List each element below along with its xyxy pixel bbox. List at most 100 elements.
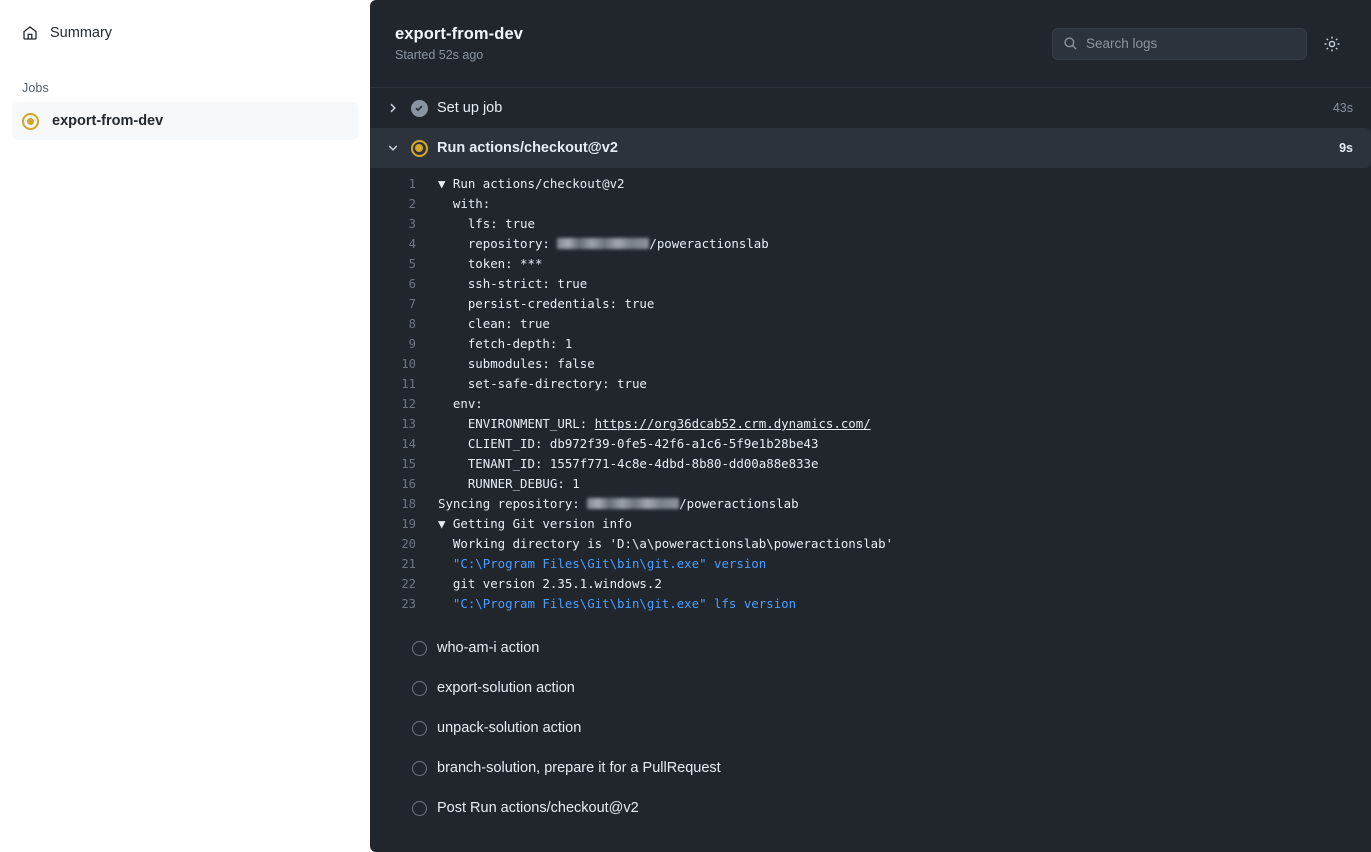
log-line-text: Syncing repository: /poweractionslab xyxy=(428,494,799,514)
log-line-number: 7 xyxy=(370,294,428,314)
log-line-number: 6 xyxy=(370,274,428,294)
log-line-number: 10 xyxy=(370,354,428,374)
sidebar: Summary Jobs export-from-dev xyxy=(0,0,370,852)
pending-status-icon xyxy=(404,761,434,776)
log-line-number: 3 xyxy=(370,214,428,234)
log-line-text: ▼ Run actions/checkout@v2 xyxy=(428,174,625,194)
log-line: 3 lfs: true xyxy=(370,214,1371,234)
sidebar-summary-label: Summary xyxy=(50,25,112,41)
log-line-text: fetch-depth: 1 xyxy=(428,334,572,354)
step-row-who-am-i-action[interactable]: who-am-i action xyxy=(370,628,1371,668)
run-started-text: Started 52s ago xyxy=(395,48,523,62)
chevron-right-icon xyxy=(382,102,404,114)
running-status-icon xyxy=(22,113,39,130)
log-line-number: 5 xyxy=(370,254,428,274)
log-line-text: set-safe-directory: true xyxy=(428,374,647,394)
log-line-text: ssh-strict: true xyxy=(428,274,587,294)
log-line: 14 CLIENT_ID: db972f39-0fe5-42f6-a1c6-5f… xyxy=(370,434,1371,454)
step-row-run-actions-checkout[interactable]: Run actions/checkout@v2 9s xyxy=(370,128,1371,168)
redacted-text xyxy=(557,238,649,249)
step-label: branch-solution, prepare it for a PullRe… xyxy=(434,760,1353,776)
page-title: export-from-dev xyxy=(395,25,523,44)
search-icon xyxy=(1063,36,1078,51)
log-line-text: submodules: false xyxy=(428,354,595,374)
log-line: 9 fetch-depth: 1 xyxy=(370,334,1371,354)
log-line-number: 4 xyxy=(370,234,428,254)
log-line-text: lfs: true xyxy=(428,214,535,234)
log-line-number: 2 xyxy=(370,194,428,214)
sidebar-job-label: export-from-dev xyxy=(52,113,163,129)
log-line-text: RUNNER_DEBUG: 1 xyxy=(428,474,580,494)
log-line: 4 repository: /poweractionslab xyxy=(370,234,1371,254)
step-label: Set up job xyxy=(434,100,1333,116)
log-line: 11 set-safe-directory: true xyxy=(370,374,1371,394)
log-line: 23 "C:\Program Files\Git\bin\git.exe" lf… xyxy=(370,594,1371,614)
chevron-down-icon xyxy=(382,142,404,154)
step-label: unpack-solution action xyxy=(434,720,1353,736)
step-duration: 9s xyxy=(1339,141,1353,155)
settings-button[interactable] xyxy=(1319,31,1345,57)
log-line-number: 18 xyxy=(370,494,428,514)
log-line: 15 TENANT_ID: 1557f771-4c8e-4dbd-8b80-dd… xyxy=(370,454,1371,474)
log-line: 2 with: xyxy=(370,194,1371,214)
log-panel: export-from-dev Started 52s ago xyxy=(370,0,1371,852)
log-line-text: clean: true xyxy=(428,314,550,334)
log-header: export-from-dev Started 52s ago xyxy=(370,0,1371,88)
redacted-text xyxy=(587,498,679,509)
step-label: export-solution action xyxy=(434,680,1353,696)
success-status-icon xyxy=(404,100,434,117)
sidebar-item-export-from-dev[interactable]: export-from-dev xyxy=(12,102,358,140)
log-line: 16 RUNNER_DEBUG: 1 xyxy=(370,474,1371,494)
log-line-text: CLIENT_ID: db972f39-0fe5-42f6-a1c6-5f9e1… xyxy=(428,434,818,454)
log-line-text: repository: /poweractionslab xyxy=(428,234,769,254)
sidebar-item-summary[interactable]: Summary xyxy=(12,16,358,50)
log-line-number: 13 xyxy=(370,414,428,434)
search-input[interactable] xyxy=(1086,36,1296,51)
running-status-icon xyxy=(404,140,434,157)
log-line-text: env: xyxy=(428,394,483,414)
log-line-number: 12 xyxy=(370,394,428,414)
log-line-number: 11 xyxy=(370,374,428,394)
log-line: 21 "C:\Program Files\Git\bin\git.exe" ve… xyxy=(370,554,1371,574)
log-line: 1▼ Run actions/checkout@v2 xyxy=(370,174,1371,194)
log-output[interactable]: 1▼ Run actions/checkout@v22 with:3 lfs: … xyxy=(370,168,1371,628)
log-header-actions xyxy=(1052,28,1345,60)
step-row-branch-solution[interactable]: branch-solution, prepare it for a PullRe… xyxy=(370,748,1371,788)
log-line-number: 15 xyxy=(370,454,428,474)
log-line-number: 8 xyxy=(370,314,428,334)
log-line-number: 21 xyxy=(370,554,428,574)
step-row-set-up-job[interactable]: Set up job 43s xyxy=(370,88,1371,128)
log-line: 22 git version 2.35.1.windows.2 xyxy=(370,574,1371,594)
log-line-text: ▼ Getting Git version info xyxy=(428,514,632,534)
step-label: Run actions/checkout@v2 xyxy=(434,140,1339,156)
step-label: who-am-i action xyxy=(434,640,1353,656)
log-line: 20 Working directory is 'D:\a\poweractio… xyxy=(370,534,1371,554)
environment-url-link[interactable]: https://org36dcab52.crm.dynamics.com/ xyxy=(595,416,871,431)
log-line: 6 ssh-strict: true xyxy=(370,274,1371,294)
log-line-number: 23 xyxy=(370,594,428,614)
log-line-text: "C:\Program Files\Git\bin\git.exe" lfs v… xyxy=(428,594,796,614)
step-row-post-run-actions-checkout[interactable]: Post Run actions/checkout@v2 xyxy=(370,788,1371,828)
log-header-titles: export-from-dev Started 52s ago xyxy=(395,25,523,62)
search-logs-box[interactable] xyxy=(1052,28,1307,60)
log-line: 10 submodules: false xyxy=(370,354,1371,374)
log-line: 12 env: xyxy=(370,394,1371,414)
log-line-text: token: *** xyxy=(428,254,542,274)
log-line: 5 token: *** xyxy=(370,254,1371,274)
pending-status-icon xyxy=(404,641,434,656)
log-line: 7 persist-credentials: true xyxy=(370,294,1371,314)
step-row-unpack-solution-action[interactable]: unpack-solution action xyxy=(370,708,1371,748)
log-line-text: git version 2.35.1.windows.2 xyxy=(428,574,662,594)
log-line-number: 22 xyxy=(370,574,428,594)
sidebar-jobs-header: Jobs xyxy=(12,81,358,95)
log-line: 18Syncing repository: /poweractionslab xyxy=(370,494,1371,514)
pending-status-icon xyxy=(404,801,434,816)
log-line: 19▼ Getting Git version info xyxy=(370,514,1371,534)
step-duration: 43s xyxy=(1333,101,1353,115)
pending-status-icon xyxy=(404,681,434,696)
log-line-number: 19 xyxy=(370,514,428,534)
step-row-export-solution-action[interactable]: export-solution action xyxy=(370,668,1371,708)
log-line-number: 1 xyxy=(370,174,428,194)
workflow-run-page: Summary Jobs export-from-dev export-from… xyxy=(0,0,1371,852)
step-label: Post Run actions/checkout@v2 xyxy=(434,800,1353,816)
